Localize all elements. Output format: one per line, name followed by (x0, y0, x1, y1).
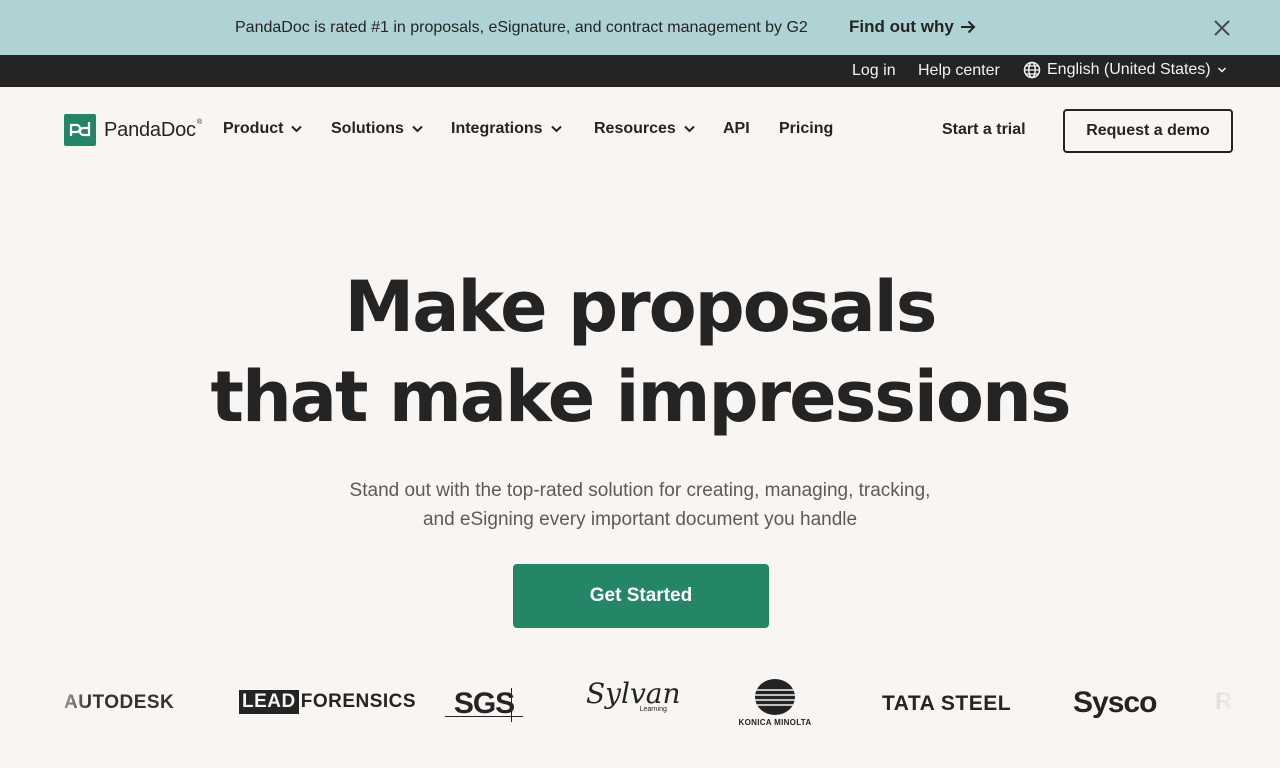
lead-forensics-logo: LEAD FORENSICS (239, 690, 416, 714)
nav-integrations[interactable]: Integrations (451, 120, 562, 138)
nav-pricing[interactable]: Pricing (779, 120, 833, 138)
request-demo-button[interactable]: Request a demo (1063, 109, 1233, 153)
nav-api[interactable]: API (723, 120, 750, 138)
nav-resources-label: Resources (594, 120, 676, 137)
globe-icon (1023, 61, 1041, 79)
chevron-down-icon (684, 125, 695, 133)
konica-minolta-logo: KONICA MINOLTA (732, 678, 818, 727)
logo-strip-fade-right (1190, 672, 1240, 736)
logo-strip-fade-left (40, 672, 90, 736)
pandadoc-logo[interactable]: PandaDoc® (64, 114, 202, 146)
konica-minolta-globe-icon (755, 679, 795, 715)
get-started-button[interactable]: Get Started (513, 564, 769, 628)
start-trial-link[interactable]: Start a trial (942, 121, 1026, 139)
chevron-down-icon (291, 125, 303, 133)
hero-title-line-2: that make impressions (210, 356, 1071, 438)
nav-product[interactable]: Product (223, 120, 303, 138)
nav-product-label: Product (223, 120, 284, 137)
sgs-logo: SGS (445, 684, 523, 724)
find-out-why-link[interactable]: Find out why (849, 17, 976, 37)
hero-subtitle: Stand out with the top-rated solution fo… (349, 480, 931, 530)
nav-integrations-label: Integrations (451, 120, 543, 137)
chevron-down-icon (412, 125, 423, 133)
nav-resources[interactable]: Resources (594, 120, 695, 138)
find-out-why-label: Find out why (849, 17, 954, 36)
close-icon (1214, 20, 1230, 36)
tata-steel-logo: TATA STEEL (882, 692, 1012, 715)
announcement-banner: PandaDoc is rated #1 in proposals, eSign… (0, 0, 1280, 55)
sysco-logo: Sysco (1073, 686, 1157, 719)
nav-solutions[interactable]: Solutions (331, 120, 423, 138)
banner-text: PandaDoc is rated #1 in proposals, eSign… (235, 19, 808, 36)
hero-title-line-1: Make proposals (344, 266, 938, 348)
logo-mark (64, 114, 96, 146)
language-selector[interactable]: English (United States) (1023, 61, 1227, 79)
pandadoc-logo-icon (69, 122, 91, 137)
chevron-down-icon (1217, 67, 1226, 73)
hero-title: Make proposals that make impressions (0, 262, 1280, 442)
arrow-right-icon (960, 20, 976, 34)
help-center-link[interactable]: Help center (918, 62, 1000, 80)
login-link[interactable]: Log in (852, 62, 896, 80)
utility-bar: Log in Help center English (United State… (0, 55, 1280, 87)
logo-wordmark: PandaDoc® (104, 118, 202, 141)
client-logos-strip: AUTODESK LEAD FORENSICS SGS Sylvan Learn… (0, 672, 1280, 736)
chevron-down-icon (550, 125, 562, 133)
language-label: English (United States) (1047, 61, 1211, 78)
close-banner-button[interactable] (1210, 16, 1234, 40)
sylvan-learning-logo: Sylvan Learning (586, 677, 681, 714)
nav-solutions-label: Solutions (331, 120, 404, 137)
